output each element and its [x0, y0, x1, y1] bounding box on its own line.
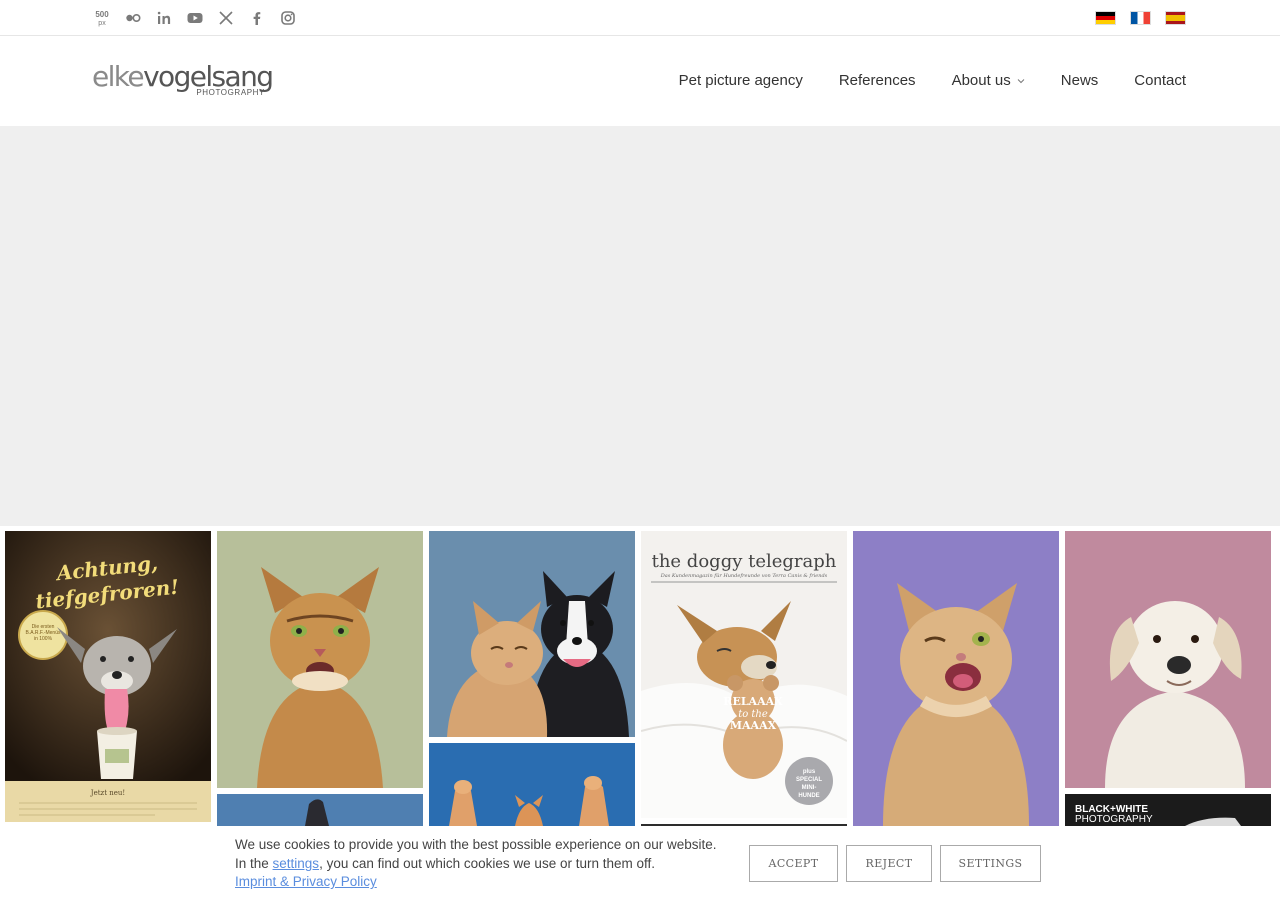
language-switcher [1095, 11, 1186, 25]
main-nav: Pet picture agency References About us N… [679, 72, 1186, 89]
bw-title-line2: PHOTOGRAPHY [1075, 814, 1153, 825]
svg-text:px: px [98, 20, 106, 27]
x-icon[interactable] [216, 8, 236, 28]
instagram-icon[interactable] [278, 8, 298, 28]
flag-german-icon[interactable] [1095, 11, 1116, 25]
poster-footer: Jetzt neu! [90, 789, 125, 797]
gallery-tile-black-white-photography[interactable]: BLACK+WHITE PHOTOGRAPHY [1065, 794, 1271, 826]
hero-slider [0, 126, 1280, 526]
logo-first-name: elke [92, 60, 145, 93]
magazine-cover-line3: MAAAX [730, 719, 777, 732]
nav-contact[interactable]: Contact [1134, 72, 1186, 89]
site-header: elkevogelsang PHOTOGRAPHY Pet picture ag… [0, 36, 1280, 126]
500px-icon[interactable]: 500 px [92, 8, 112, 28]
youtube-icon[interactable] [185, 8, 205, 28]
svg-text:500: 500 [95, 10, 109, 19]
flickr-icon[interactable] [123, 8, 143, 28]
cookie-banner: We use cookies to provide you with the b… [0, 826, 1280, 900]
linkedin-icon[interactable] [154, 8, 174, 28]
gallery-tile-doggy-telegraph-magazine[interactable]: the doggy telegraph Das Kundenmagazin fü… [641, 531, 847, 818]
gallery-tile-labrador[interactable] [1065, 531, 1271, 788]
logo-subtitle: PHOTOGRAPHY [196, 88, 265, 97]
social-links: 500 px [92, 8, 298, 28]
reject-button[interactable]: REJECT [846, 845, 932, 882]
facebook-icon[interactable] [247, 8, 267, 28]
magazine-title: the doggy telegraph [652, 551, 837, 572]
gallery-tile-dog-bottom-left[interactable] [217, 794, 423, 826]
flag-spanish-icon[interactable] [1165, 11, 1186, 25]
chevron-down-icon [1017, 78, 1025, 83]
cookie-message: We use cookies to provide you with the b… [235, 837, 717, 889]
cookie-settings-button[interactable]: SETTINGS [940, 845, 1041, 882]
magazine-cover-line1: RELAAAX [723, 695, 783, 708]
gallery-tile-bengal-cat[interactable] [217, 531, 423, 788]
gallery-tile-cat-and-dog[interactable] [429, 531, 635, 737]
accept-button[interactable]: ACCEPT [749, 845, 838, 882]
nav-references[interactable]: References [839, 72, 916, 89]
site-logo[interactable]: elkevogelsang PHOTOGRAPHY [92, 62, 287, 98]
magazine-subtitle: Das Kundenmagazin für Hundefreunde von T… [660, 573, 828, 579]
imprint-privacy-link[interactable]: Imprint & Privacy Policy [235, 874, 377, 889]
gallery-tile-kitten-sky[interactable] [429, 743, 635, 826]
nav-news[interactable]: News [1061, 72, 1099, 89]
nav-about-us[interactable]: About us [952, 72, 1025, 89]
gallery-tile-winking-cat[interactable] [853, 531, 1059, 826]
nav-pet-picture-agency[interactable]: Pet picture agency [679, 72, 803, 89]
top-bar: 500 px [0, 0, 1280, 36]
flag-french-icon[interactable] [1130, 11, 1151, 25]
gallery-tile-frozen-food-poster[interactable]: Achtung, tiefgefroren! Die ersten B.A.R.F… [5, 531, 211, 822]
cookie-settings-link[interactable]: settings [273, 856, 320, 871]
